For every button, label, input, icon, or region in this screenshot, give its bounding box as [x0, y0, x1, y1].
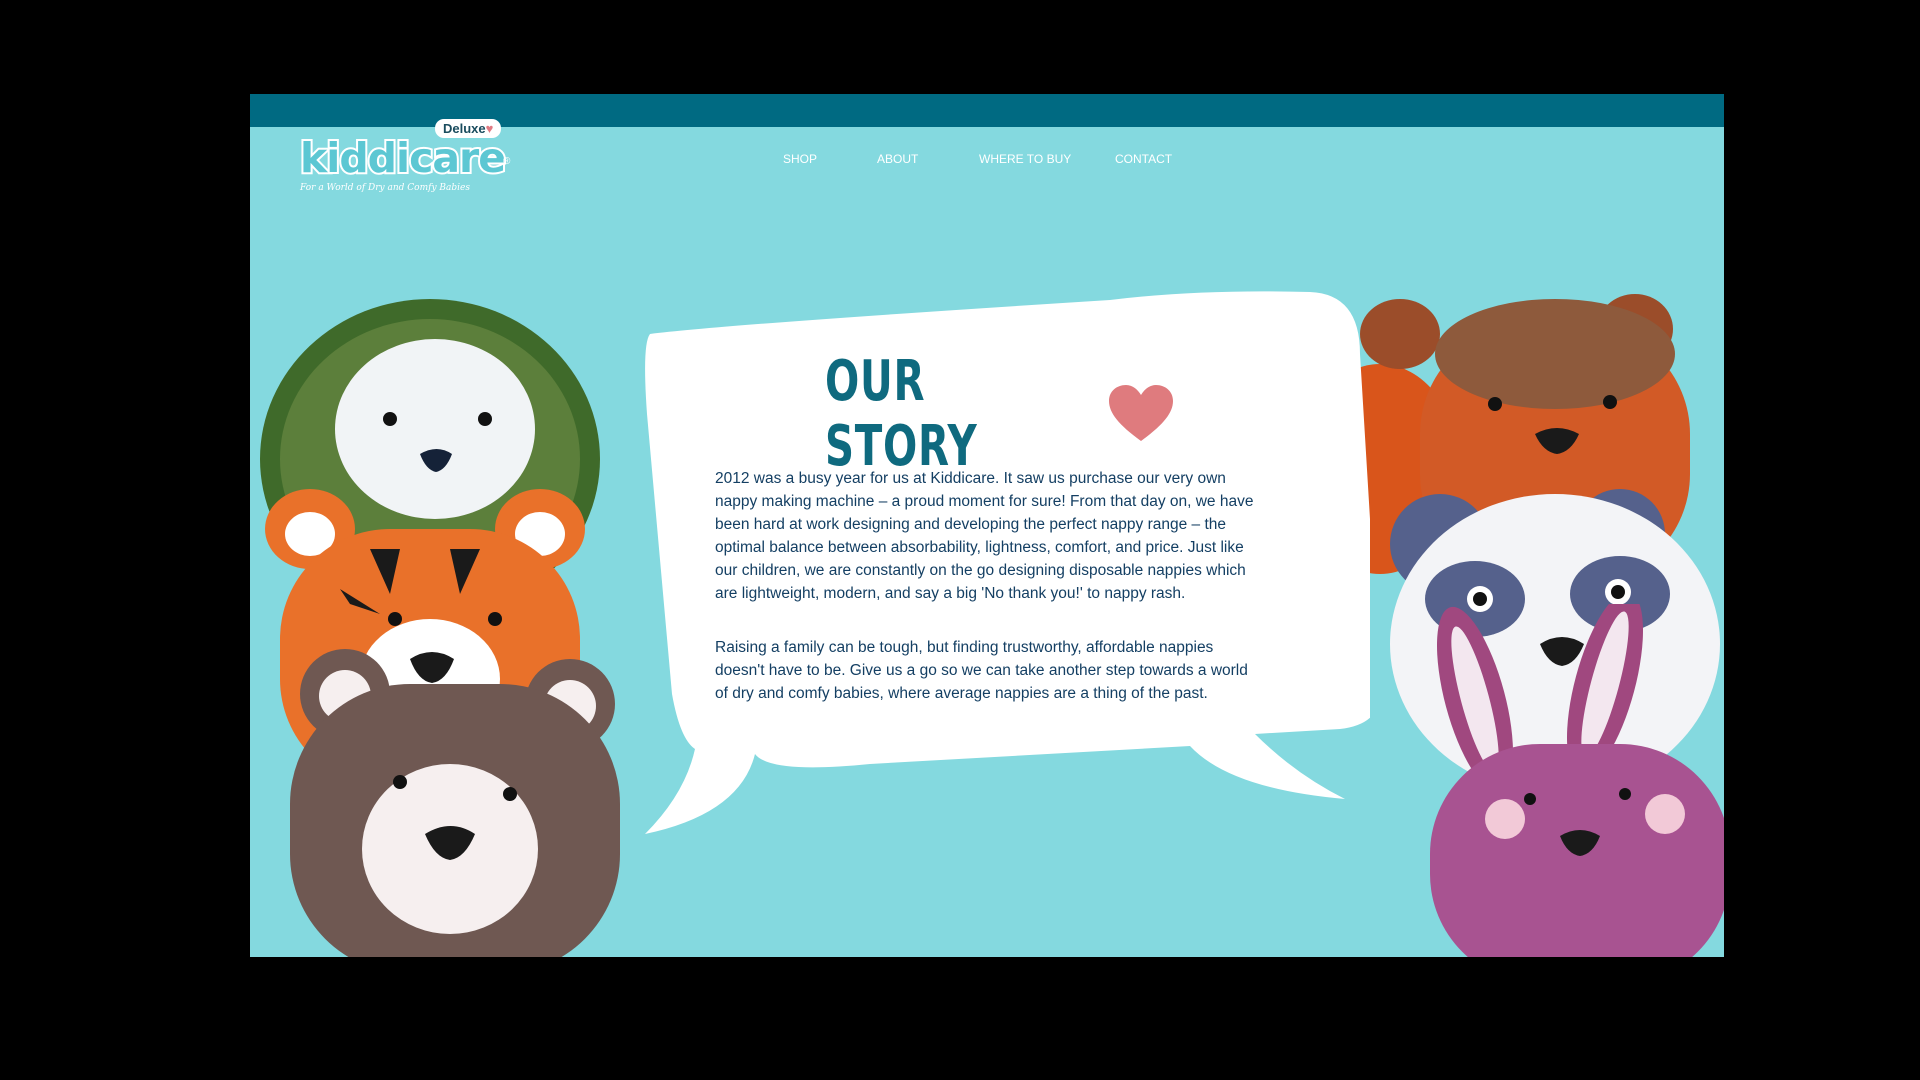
story-heading: OUR STORY [825, 349, 1175, 479]
registered-mark: ® [503, 156, 511, 167]
toy-bunny-image [1430, 604, 1724, 957]
heart-icon [1109, 385, 1173, 441]
toy-bear-image [290, 649, 620, 957]
story-body: 2012 was a busy year for us at Kiddicare… [715, 467, 1260, 736]
nav-item-shop[interactable]: SHOP [783, 152, 817, 166]
nav-item-about[interactable]: ABOUT [877, 152, 918, 166]
brand-name: kiddicare [298, 132, 508, 184]
nav-item-contact[interactable]: CONTACT [1115, 152, 1172, 166]
brand-tagline: For a World of Dry and Comfy Babies [300, 183, 470, 193]
story-paragraph-1: 2012 was a busy year for us at Kiddicare… [715, 470, 1254, 602]
story-paragraph-2: Raising a family can be tough, but findi… [715, 639, 1248, 702]
nav-item-where-to-buy[interactable]: WHERE TO BUY [979, 152, 1071, 166]
page-title: OUR STORY [825, 349, 978, 479]
brand-logo[interactable]: Deluxe♥ kiddicare ® For a World of Dry a… [298, 119, 515, 193]
page-frame: Deluxe♥ kiddicare ® For a World of Dry a… [250, 94, 1724, 957]
